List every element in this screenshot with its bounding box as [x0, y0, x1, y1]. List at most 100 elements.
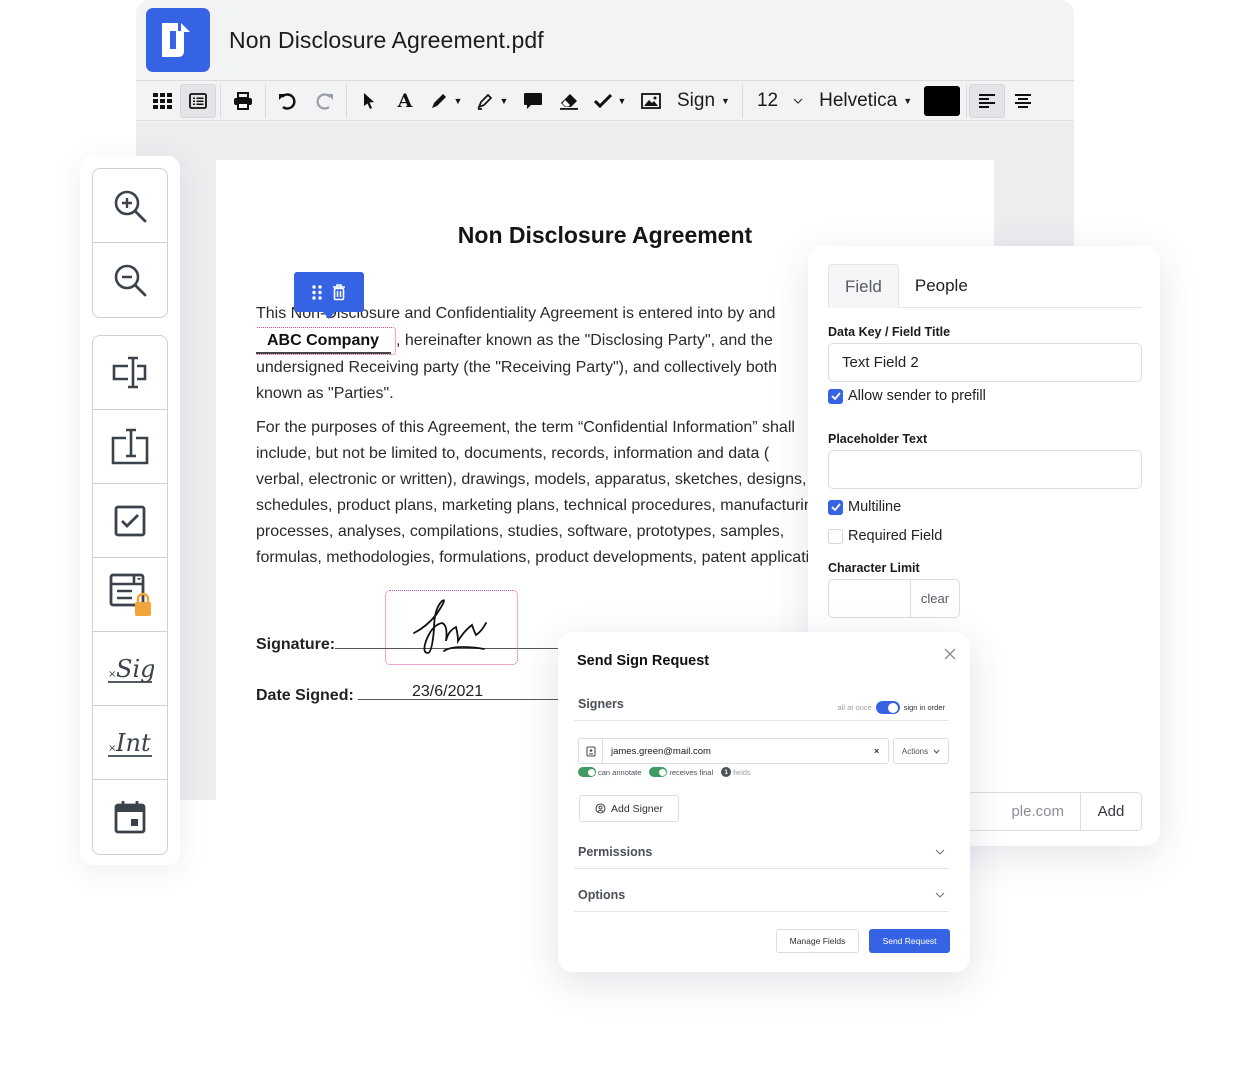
signer-actions-dropdown[interactable]: Actions	[893, 738, 949, 764]
highlighter-tool-button[interactable]: ▼	[469, 84, 515, 118]
date-signed-value[interactable]: 23/6/2021	[412, 683, 483, 701]
multiline-checkbox[interactable]: Multiline	[828, 499, 901, 515]
toolbar-divider	[966, 83, 968, 118]
signature-field[interactable]	[385, 590, 518, 665]
close-icon[interactable]	[942, 646, 958, 662]
send-sign-request-dialog: Send Sign Request Signers all at once si…	[558, 632, 970, 972]
paragraph-line: include, but not be limited to, document…	[256, 445, 770, 462]
signature-field-tool[interactable]: × Sig	[93, 632, 167, 706]
text-tool-button[interactable]: A	[387, 84, 423, 118]
signing-order-toggle[interactable]: all at once sign in order	[838, 701, 945, 714]
caret-down-icon: ▼	[903, 95, 913, 106]
paragraph-line: ABC Company, hereinafter known as the "D…	[256, 327, 816, 355]
paragraph-line: formulas, methodologies, formulations, p…	[256, 549, 816, 566]
undo-icon	[279, 92, 296, 110]
signers-label: Signers	[578, 697, 624, 711]
image-icon	[641, 92, 661, 109]
date-field-tool[interactable]	[93, 780, 167, 854]
font-size-value: 12	[756, 89, 779, 111]
chevron-down-icon	[935, 849, 945, 855]
add-person-group: ple.com Add	[958, 792, 1142, 831]
placeholder-text-input[interactable]	[828, 450, 1142, 489]
paragraph-text: , hereinafter known as the "Disclosing P…	[396, 332, 773, 350]
receives-final-label: receives final	[669, 767, 714, 777]
required-field-checkbox[interactable]: Required Field	[828, 528, 942, 544]
highlighter-icon	[477, 93, 492, 110]
permissions-section[interactable]: Permissions	[574, 845, 949, 869]
company-field-value: ABC Company	[256, 330, 392, 354]
grid-view-button[interactable]	[144, 84, 180, 118]
can-annotate-switch[interactable]	[578, 767, 596, 777]
dropdown-field-tool[interactable]	[93, 558, 167, 632]
eraser-tool-button[interactable]	[551, 84, 587, 118]
zoom-in-button[interactable]	[93, 169, 167, 243]
paragraph-line: verbal, electronic or written), drawings…	[256, 471, 807, 488]
trash-icon[interactable]	[332, 283, 346, 301]
chevron-down-icon	[933, 749, 940, 754]
zoom-tools	[92, 168, 168, 318]
checkmark-tool-button[interactable]: ▼	[587, 84, 633, 118]
text-area-tool[interactable]	[93, 410, 167, 484]
pen-tool-button[interactable]: ▼	[423, 84, 469, 118]
signer-email-input[interactable]: james.green@mail.com ×	[578, 738, 889, 764]
document-heading: Non Disclosure Agreement	[457, 222, 753, 248]
chevron-down-icon	[935, 892, 945, 898]
comment-icon	[524, 92, 542, 109]
redo-button[interactable]	[306, 84, 342, 118]
print-icon	[234, 91, 252, 110]
caret-down-icon: ▼	[453, 95, 463, 106]
align-center-icon	[1015, 93, 1032, 108]
toolbar-divider	[741, 83, 743, 118]
drag-handle-icon[interactable]	[312, 284, 322, 300]
text-color-swatch[interactable]	[924, 85, 961, 116]
add-user-icon	[595, 803, 606, 814]
character-limit-group: clear	[828, 579, 960, 618]
font-family-select[interactable]: Helvetica ▼	[811, 84, 920, 118]
signer-options: can annotate receives final 1 fields	[578, 767, 751, 777]
add-signer-label: Add Signer	[611, 802, 663, 815]
document-logo-icon	[162, 23, 190, 57]
options-section[interactable]: Options	[574, 888, 949, 912]
character-limit-input[interactable]	[829, 580, 911, 617]
font-size-select[interactable]: 12	[747, 84, 811, 118]
date-signed-row: Date Signed:	[256, 687, 559, 705]
signer-email: james.green@mail.com	[611, 745, 711, 757]
grid-icon	[152, 92, 172, 109]
add-person-button[interactable]: Add	[1081, 793, 1141, 830]
sign-in-order-switch[interactable]	[875, 701, 900, 714]
remove-signer-icon[interactable]: ×	[874, 746, 888, 756]
zoom-out-button[interactable]	[93, 243, 167, 317]
align-left-icon	[979, 93, 996, 108]
signature-field-icon: × Sig	[108, 655, 154, 683]
clear-limit-button[interactable]: clear	[911, 580, 959, 617]
manage-fields-button[interactable]: Manage Fields	[776, 929, 859, 953]
print-button[interactable]	[225, 84, 261, 118]
data-key-input[interactable]: Text Field 2	[828, 343, 1142, 382]
text-field-icon	[112, 356, 147, 388]
company-text-field[interactable]: ABC Company	[256, 327, 397, 355]
contact-icon[interactable]	[579, 739, 603, 763]
undo-button[interactable]	[270, 84, 306, 118]
all-at-once-label: all at once	[837, 703, 872, 712]
zoom-out-icon	[114, 264, 147, 297]
checkbox-field-tool[interactable]	[93, 484, 167, 558]
align-center-button[interactable]	[1005, 84, 1041, 118]
signature-label: Signature:	[256, 636, 336, 653]
signers-section-header: Signers all at once sign in order	[574, 697, 949, 721]
image-tool-button[interactable]	[633, 84, 669, 118]
receives-final-switch[interactable]	[649, 767, 668, 777]
allow-prefill-checkbox[interactable]: Allow sender to prefill	[828, 388, 986, 404]
select-tool-button[interactable]	[351, 84, 387, 118]
comment-tool-button[interactable]	[515, 84, 551, 118]
sign-menu-button[interactable]: Sign ▼	[669, 84, 738, 118]
person-email-input[interactable]: ple.com	[959, 793, 1081, 830]
send-request-button[interactable]: Send Request	[869, 929, 950, 953]
tab-people[interactable]: People	[899, 264, 984, 308]
text-field-tool[interactable]	[93, 336, 167, 410]
add-signer-button[interactable]: Add Signer	[579, 795, 679, 822]
align-left-button[interactable]	[969, 83, 1006, 118]
tab-field[interactable]: Field	[828, 264, 899, 308]
initials-field-tool[interactable]: × Int	[93, 706, 167, 780]
list-view-button[interactable]	[180, 83, 216, 118]
toolbar: A ▼ ▼ ▼ Sign ▼ 12 Helvetica ▼	[136, 81, 1074, 121]
